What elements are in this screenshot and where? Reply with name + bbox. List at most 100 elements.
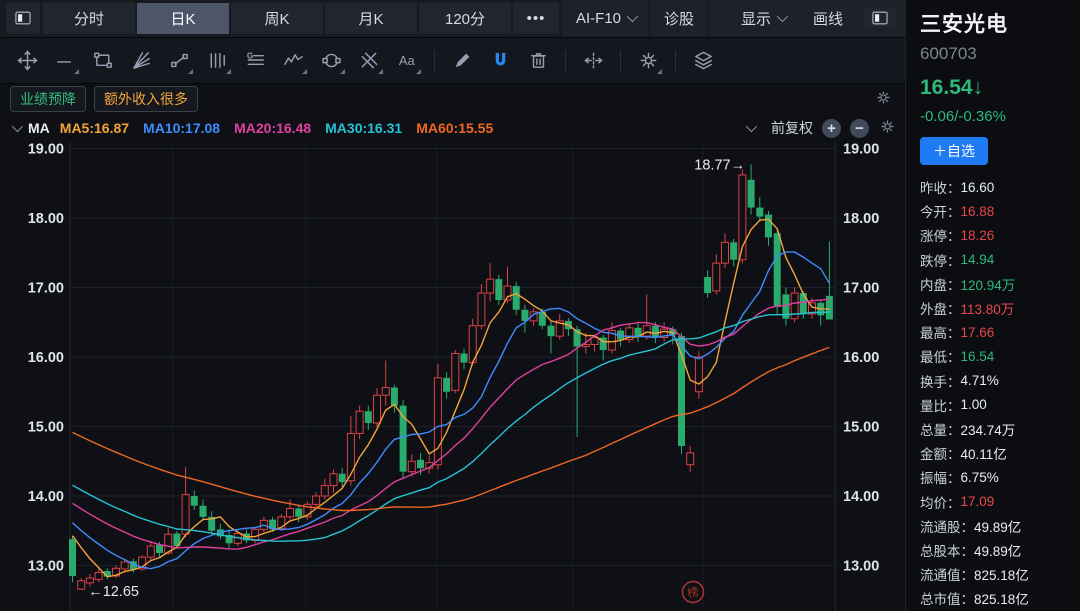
wave-tool-icon[interactable] [276, 44, 310, 78]
panel-right-icon [870, 8, 890, 28]
panel-left-icon [13, 8, 33, 28]
stat-value: 49.89亿 [974, 516, 1021, 536]
diagnose-label: 诊股 [664, 8, 694, 29]
draw-line-button[interactable]: 画线 [799, 0, 857, 37]
toolbar-separator [620, 50, 621, 72]
badges-group: 业绩预降额外收入很多 [10, 86, 198, 112]
ma-legend-value: MA20:16.48 [234, 120, 311, 136]
current-price: 16.54↓ [920, 76, 1080, 100]
indicator-settings-gear-icon[interactable] [878, 117, 897, 139]
ma-legend-value: MA30:16.31 [325, 120, 402, 136]
ai-f10-dropdown[interactable]: AI-F10 [562, 0, 650, 37]
news-badge[interactable]: 业绩预降 [10, 86, 86, 112]
news-badge[interactable]: 额外收入很多 [94, 86, 198, 112]
stat-label: 均价： [920, 492, 961, 512]
toolbar-separator [434, 50, 435, 72]
chevron-down-icon[interactable] [12, 121, 23, 132]
add-watchlist-button[interactable]: ＋自选 [920, 137, 988, 165]
svg-text:19.00: 19.00 [28, 142, 64, 158]
price-value: 16.54 [920, 76, 973, 99]
text-tool-icon[interactable]: Aa [390, 44, 424, 78]
stat-value: 825.18亿 [974, 588, 1029, 608]
adjust-mode-label[interactable]: 前复权 [771, 118, 813, 138]
stat-label: 振幅： [920, 467, 961, 487]
svg-text:17.00: 17.00 [28, 280, 64, 296]
stat-value: 120.94万 [961, 274, 1016, 294]
svg-text:18.00: 18.00 [28, 211, 64, 227]
stat-value: 113.80万 [961, 298, 1015, 318]
right-panel-toggle-button[interactable] [863, 8, 897, 28]
stat-label: 流通值： [920, 564, 974, 584]
display-dropdown[interactable]: 显示 [727, 0, 799, 37]
quote-stat-row: 总股本：49.89亿 [920, 538, 1080, 562]
tab-日K[interactable]: 日K [137, 3, 229, 34]
gann-grid-tool-icon[interactable]: G [238, 44, 272, 78]
stat-label: 总股本： [920, 540, 974, 560]
quote-stat-row: 最低：16.54 [920, 344, 1080, 368]
tab-120分[interactable]: 120分 [419, 3, 511, 34]
cycle-tool-icon[interactable] [314, 44, 348, 78]
tab-周K[interactable]: 周K [231, 3, 323, 34]
svg-text:13.00: 13.00 [843, 558, 879, 574]
ma-indicator-row: MA MA5:16.87MA10:17.08MA20:16.48MA30:16.… [0, 114, 905, 142]
price-change: -0.06/-0.36% [920, 108, 1080, 125]
tab-•••[interactable]: ••• [513, 3, 559, 34]
zoom-in-button[interactable]: + [822, 119, 841, 138]
ma-values-group: MA5:16.87MA10:17.08MA20:16.48MA30:16.31M… [60, 120, 507, 136]
quote-stat-row: 换手：4.71% [920, 369, 1080, 393]
quote-stat-row: 今开：16.88 [920, 199, 1080, 223]
left-panel-toggle-button[interactable] [6, 3, 40, 34]
quote-stat-row: 最高：17.66 [920, 320, 1080, 344]
layers-tool-icon[interactable] [686, 44, 720, 78]
svg-text:13.00: 13.00 [28, 558, 64, 574]
svg-text:16.00: 16.00 [843, 350, 879, 366]
stat-value: 14.94 [961, 252, 995, 267]
quote-side-panel: 三安光电 600703 16.54↓ -0.06/-0.36% ＋自选 昨收：1… [905, 0, 1080, 611]
down-arrow-icon: ↓ [973, 76, 984, 99]
magnet-tool-icon[interactable] [483, 44, 517, 78]
stat-value: 17.66 [961, 325, 995, 340]
quote-stat-row: 跌停：14.94 [920, 248, 1080, 272]
tab-分时[interactable]: 分时 [43, 3, 135, 34]
move-tool-icon[interactable] [10, 44, 44, 78]
ai-f10-label: AI-F10 [576, 10, 621, 27]
stat-label: 总市值： [920, 588, 974, 608]
quote-stat-row: 流通股：49.89亿 [920, 514, 1080, 538]
zoom-out-button[interactable]: − [850, 119, 869, 138]
pencil-tool-icon[interactable] [445, 44, 479, 78]
rectangle-tool-icon[interactable] [86, 44, 120, 78]
svg-text:15.00: 15.00 [843, 419, 879, 435]
toolbar-separator [565, 50, 566, 72]
svg-text:17.00: 17.00 [843, 280, 879, 296]
quote-stat-row: 振幅：6.75% [920, 465, 1080, 489]
badges-settings-gear-icon[interactable] [874, 88, 893, 112]
pitchfork-tool-icon[interactable] [352, 44, 386, 78]
gann-fan-tool-icon[interactable] [124, 44, 158, 78]
svg-text:榜: 榜 [686, 584, 700, 600]
stat-label: 量比： [920, 395, 961, 415]
stat-label: 内盘： [920, 274, 961, 294]
trendline-tool-icon[interactable] [48, 44, 82, 78]
drawing-toolbar: G Aa [0, 38, 905, 85]
stat-value: 16.54 [961, 349, 995, 364]
candlestick-chart-area[interactable]: 19.0019.0018.0018.0017.0017.0016.0016.00… [0, 142, 905, 611]
rank-stamp-icon[interactable]: 榜 [681, 580, 706, 605]
candlestick-chart-svg[interactable]: 19.0019.0018.0018.0017.0017.0016.0016.00… [0, 142, 905, 611]
diagnose-stock-button[interactable]: 诊股 [650, 0, 709, 37]
tab-月K[interactable]: 月K [325, 3, 417, 34]
stat-label: 总量： [920, 419, 961, 439]
settings-gear-icon[interactable] [631, 44, 665, 78]
stat-label: 跌停： [920, 250, 961, 270]
segment-tool-icon[interactable] [162, 44, 196, 78]
ma-legend-value: MA5:16.87 [60, 120, 129, 136]
quote-stat-row: 流通值：825.18亿 [920, 562, 1080, 586]
stat-label: 金额： [920, 443, 961, 463]
vertical-lines-tool-icon[interactable] [200, 44, 234, 78]
stat-label: 换手： [920, 371, 961, 391]
trash-tool-icon[interactable] [521, 44, 555, 78]
split-view-tool-icon[interactable] [576, 44, 610, 78]
stat-value: 16.88 [961, 204, 995, 219]
draw-line-label: 画线 [813, 8, 843, 29]
quote-stat-row: 均价：17.09 [920, 489, 1080, 513]
chevron-down-icon[interactable] [746, 121, 757, 132]
